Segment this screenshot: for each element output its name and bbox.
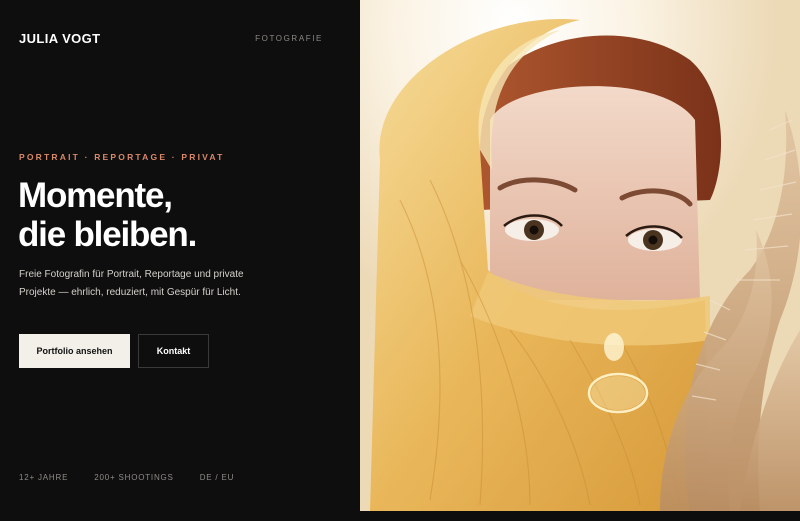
photo-bottom-border [360, 511, 800, 521]
contact-button[interactable]: Kontakt [138, 334, 209, 368]
hero-headline: Momente, die bleiben. [18, 176, 338, 254]
portrait-illustration [360, 0, 800, 511]
headline-line-2: die bleiben. [18, 215, 197, 254]
stats-row: 12+ JAHRE 200+ SHOOTINGS DE / EU [19, 473, 234, 482]
stat-region: DE / EU [199, 473, 235, 482]
brand-logo[interactable]: JULIA VOGT [19, 31, 101, 46]
nav-link-fotografie[interactable]: FOTOGRAFIE [255, 34, 323, 43]
hero-description: Freie Fotografin für Portrait, Reportage… [19, 269, 244, 298]
hero-portrait-photo [360, 0, 800, 511]
headline-line-1: Momente, [18, 176, 173, 215]
portfolio-button[interactable]: Portfolio ansehen [19, 334, 130, 368]
intro-panel: JULIA VOGT FOTOGRAFIE PORTRAIT · REPORTA… [0, 0, 360, 521]
hero-eyebrow: PORTRAIT · REPORTAGE · PRIVAT [19, 152, 225, 162]
stat-years: 12+ JAHRE [19, 473, 69, 482]
stat-shootings: 200+ SHOOTINGS [94, 473, 174, 482]
